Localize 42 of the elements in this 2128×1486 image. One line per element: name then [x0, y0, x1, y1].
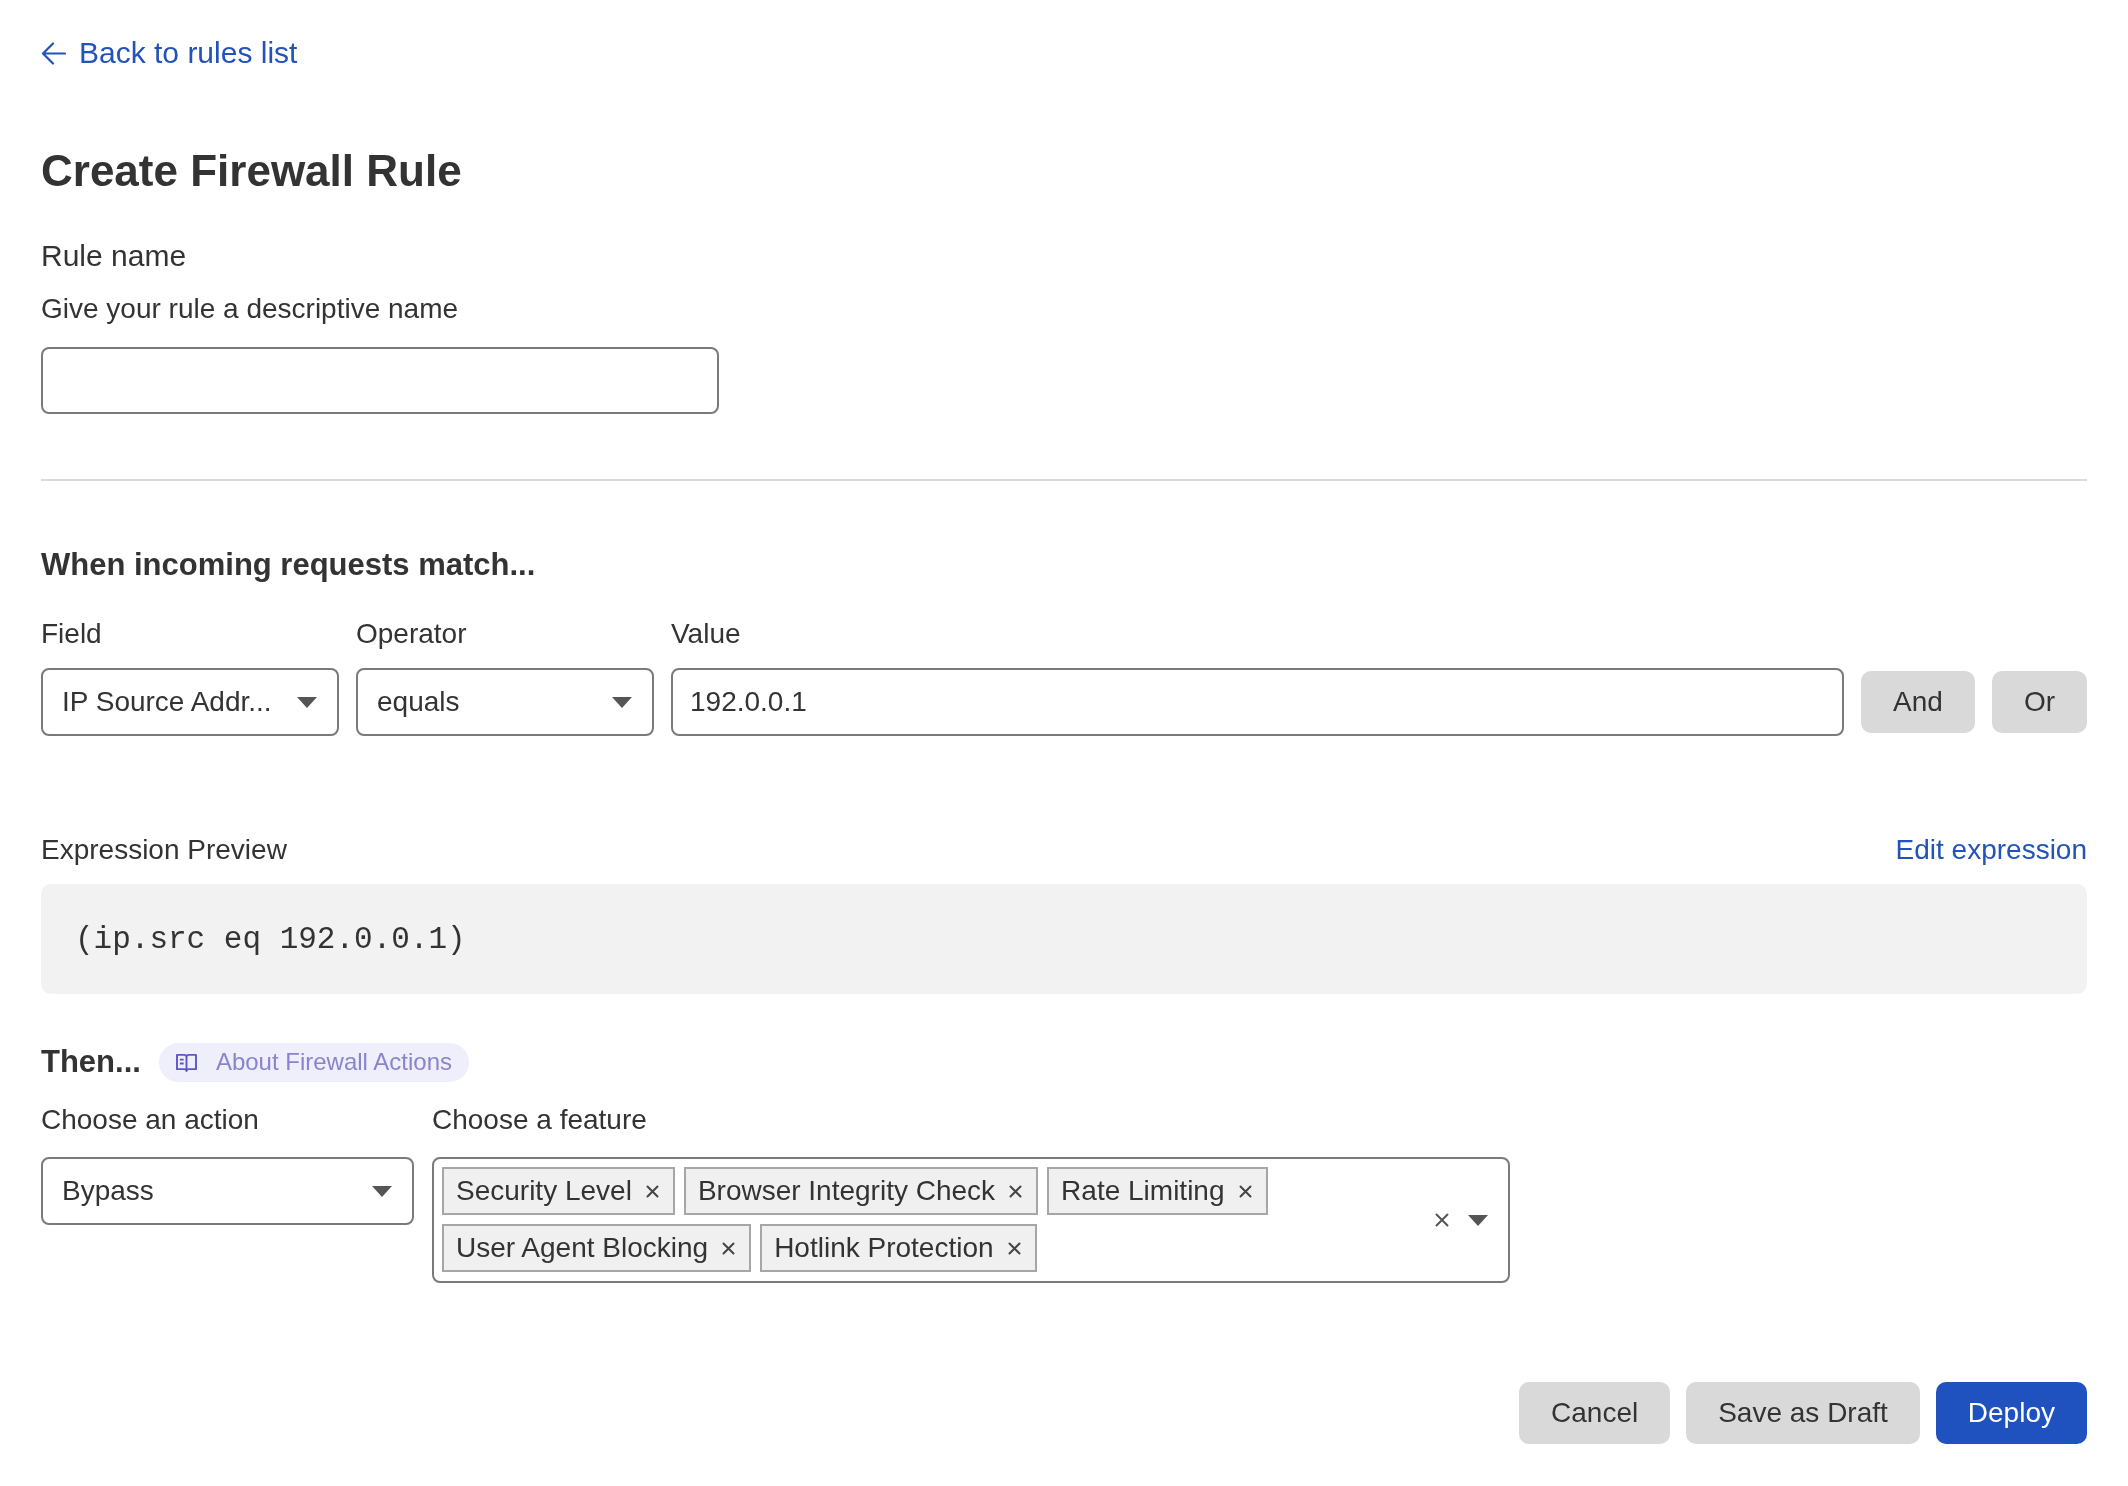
then-heading: Then... [41, 1043, 141, 1081]
cancel-button[interactable]: Cancel [1519, 1382, 1671, 1444]
rule-name-label: Rule name [41, 238, 188, 274]
section-heading: When incoming requests match... [41, 546, 536, 584]
operator-dropdown[interactable]: equals [356, 668, 654, 736]
tag-label: Rate Limiting [1061, 1175, 1225, 1207]
and-button[interactable]: And [1861, 671, 1975, 733]
value-label: Value [671, 617, 741, 651]
deploy-button[interactable]: Deploy [1935, 1382, 2087, 1444]
arrow-left-icon [41, 41, 66, 65]
feature-label: Choose a feature [432, 1103, 647, 1137]
back-link[interactable]: Back to rules list [41, 34, 298, 72]
expression-code: (ip.src eq 192.0.0.1) [75, 921, 466, 957]
caret-icon [372, 1185, 392, 1197]
caret-icon [612, 696, 632, 708]
close-icon[interactable] [722, 1241, 736, 1255]
tag-label: Security Level [456, 1175, 632, 1207]
rule-name-hint: Give your rule a descriptive name [41, 292, 459, 326]
value-input[interactable]: 192.0.0.1 [671, 668, 1844, 736]
tag-label: User Agent Blocking [456, 1232, 709, 1264]
close-icon[interactable] [1238, 1184, 1252, 1198]
close-icon[interactable] [645, 1184, 659, 1198]
book-icon [175, 1052, 197, 1072]
action-label: Choose an action [41, 1103, 259, 1137]
field-dropdown[interactable]: IP Source Addr... [41, 668, 339, 736]
clear-icon[interactable] [1435, 1213, 1449, 1227]
or-button[interactable]: Or [1992, 671, 2087, 733]
page-title: Create Firewall Rule [41, 145, 463, 197]
tag-label: Hotlink Protection [774, 1232, 994, 1264]
edit-expression-link[interactable]: Edit expression [1895, 833, 2087, 867]
caret-icon [1468, 1214, 1488, 1226]
operator-label: Operator [356, 617, 467, 651]
field-label: Field [41, 617, 102, 651]
tag-label: Browser Integrity Check [697, 1175, 996, 1207]
caret-icon [297, 696, 317, 708]
rule-name-input[interactable] [41, 347, 719, 414]
feature-multiselect[interactable]: Security Level Browser Integrity Check Rate Limiting User Agent Blocking Hotlink Protection [432, 1157, 1510, 1283]
expression-preview-label: Expression Preview [41, 833, 287, 867]
save-draft-button[interactable]: Save as Draft [1686, 1382, 1920, 1444]
close-icon[interactable] [1009, 1184, 1023, 1198]
close-icon[interactable] [1007, 1241, 1021, 1255]
action-dropdown[interactable]: Bypass [41, 1157, 414, 1225]
